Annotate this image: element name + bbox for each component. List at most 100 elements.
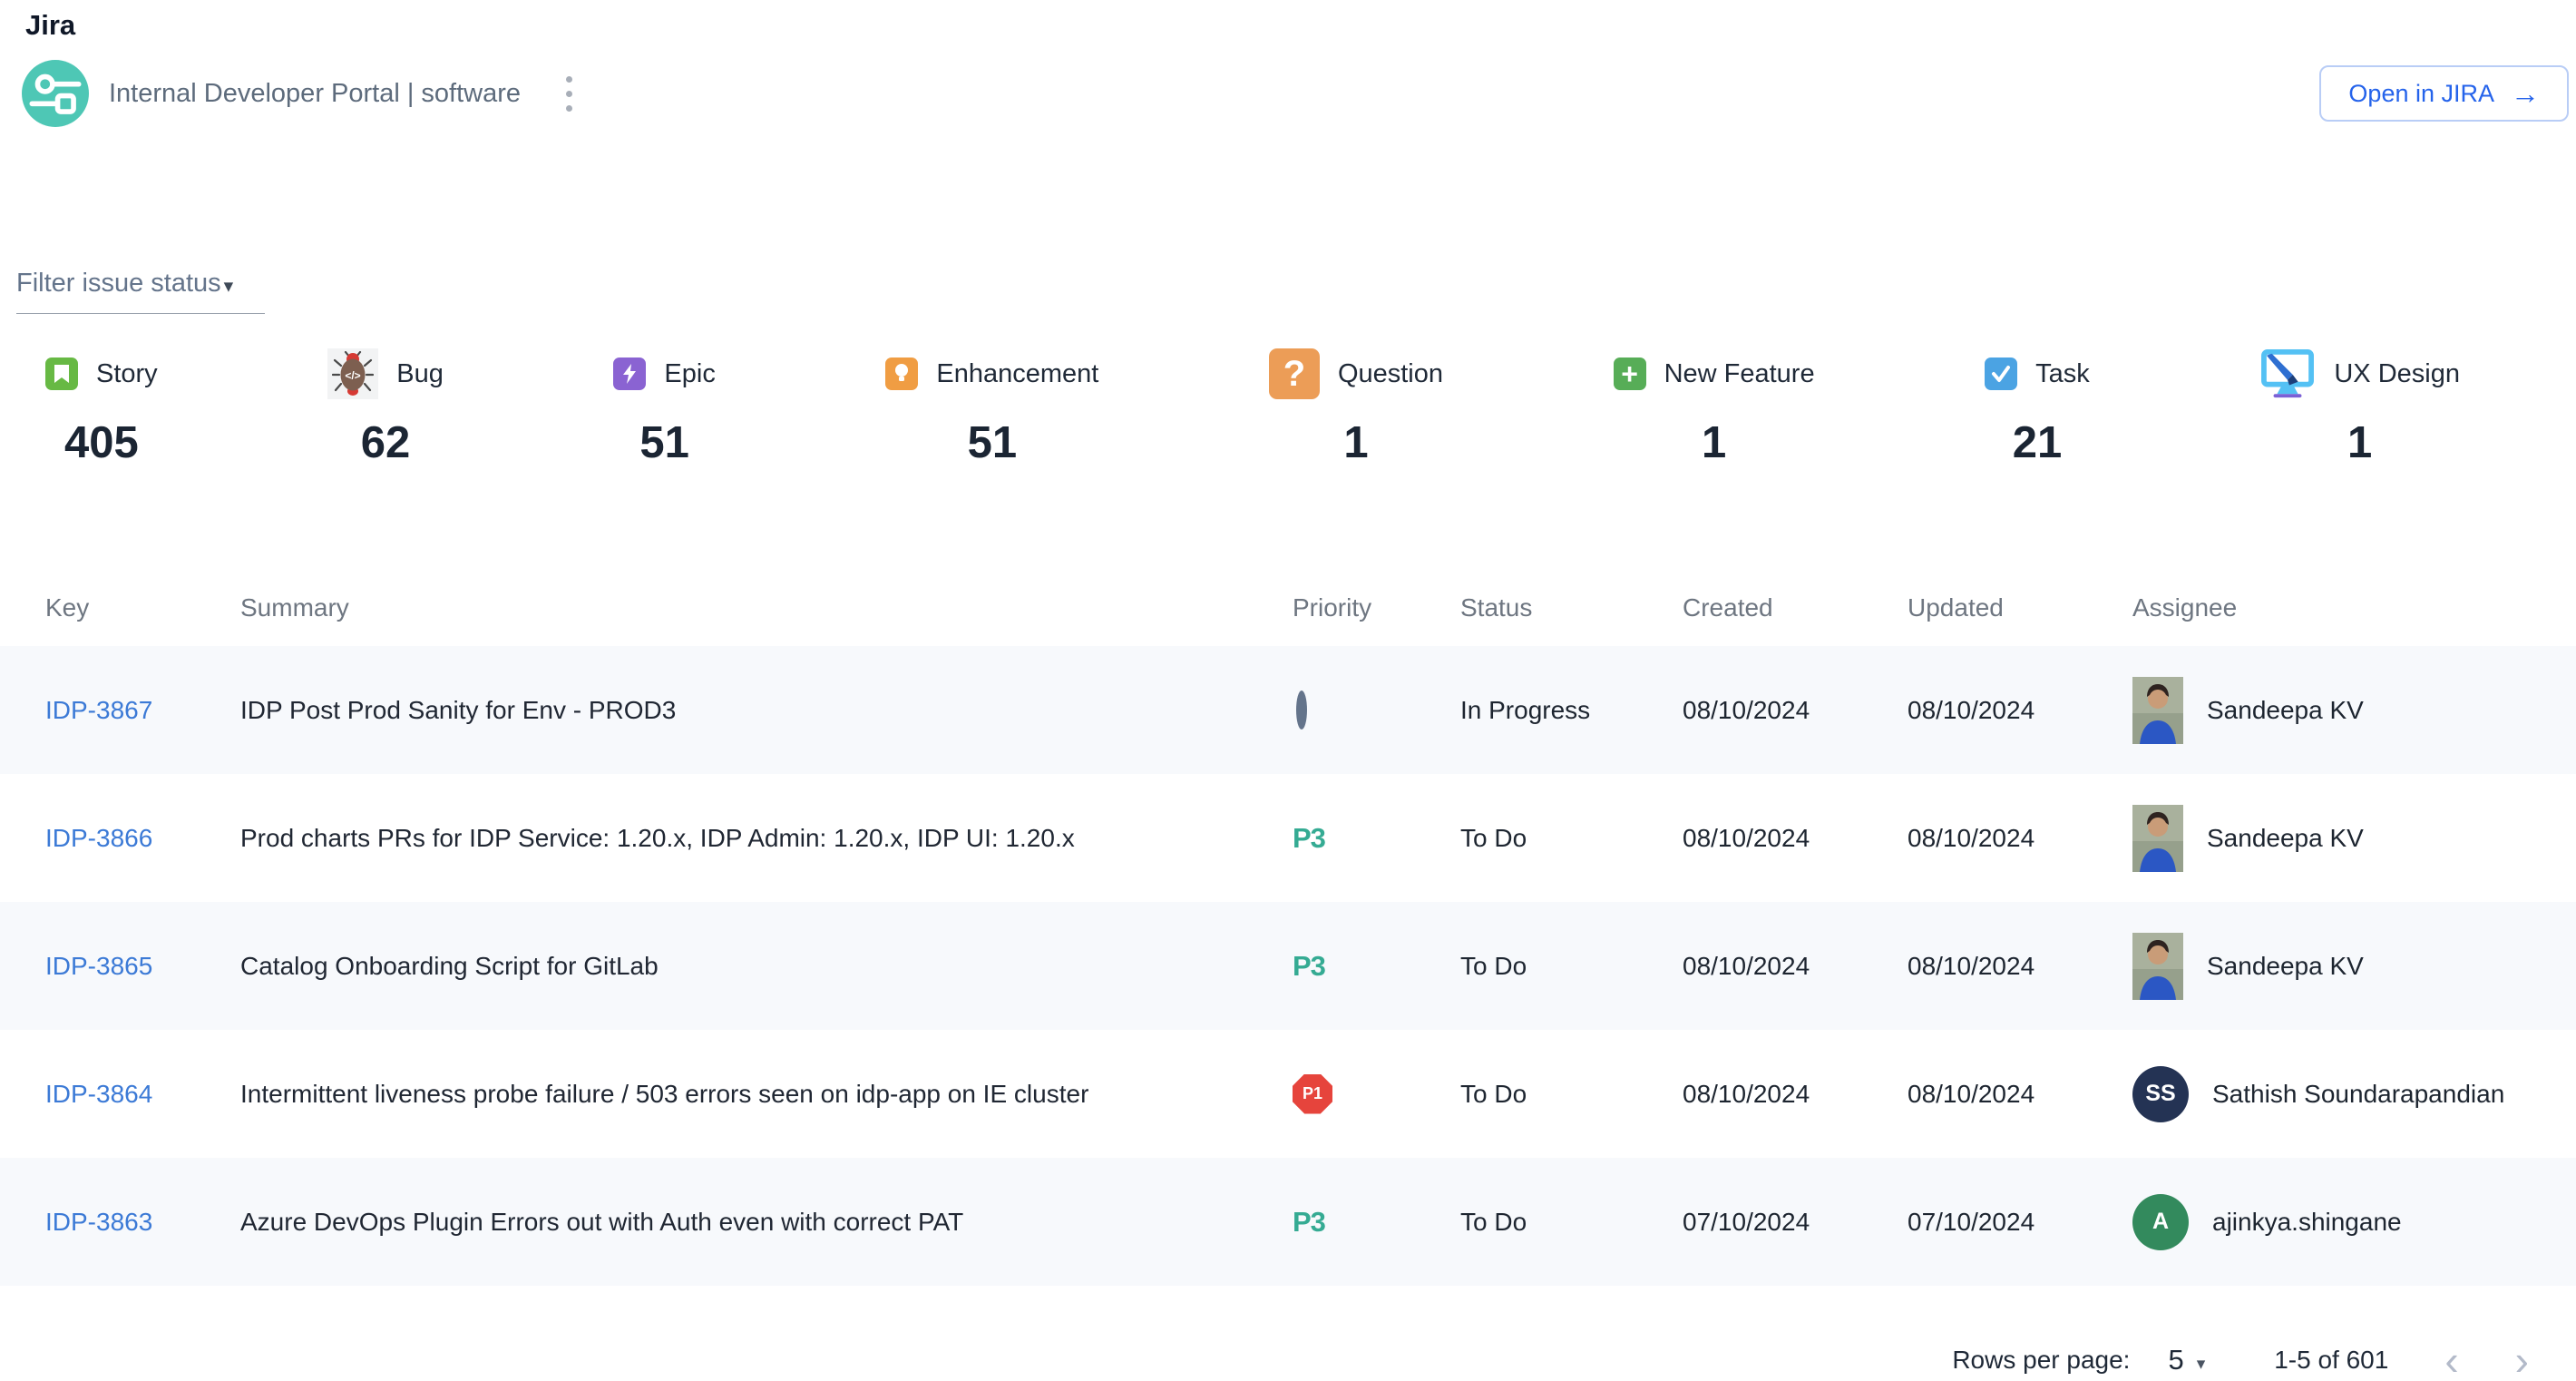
issue-updated-date: 07/10/2024 [1908, 1208, 2132, 1237]
rows-per-page-label: Rows per page: [1952, 1346, 2130, 1375]
bug-icon: </> [327, 348, 378, 399]
issue-status: In Progress [1460, 696, 1683, 725]
assignee-cell: Sandeepa KV [2132, 805, 2576, 872]
assignee-name: Sandeepa KV [2207, 952, 2364, 981]
issue-key-link[interactable]: IDP-3864 [45, 1080, 152, 1108]
issue-updated-date: 08/10/2024 [1908, 696, 2132, 725]
assignee-name: Sathish Soundarapandian [2212, 1080, 2504, 1109]
next-page-button[interactable]: › [2515, 1339, 2529, 1381]
issue-created-date: 07/10/2024 [1683, 1208, 1908, 1237]
table-row[interactable]: IDP-3864 Intermittent liveness probe fai… [0, 1030, 2576, 1158]
issue-summary: IDP Post Prod Sanity for Env - PROD3 [240, 696, 1293, 725]
question-icon: ? [1269, 348, 1320, 399]
avatar [2132, 933, 2183, 1000]
table-row[interactable]: IDP-3866 Prod charts PRs for IDP Service… [0, 774, 2576, 902]
priority-cell: P3 [1293, 1206, 1460, 1239]
issue-type-stats: Story 405 </> Bug 62 Epic 51 Enhancement… [0, 345, 2576, 468]
issue-status: To Do [1460, 952, 1683, 981]
issue-summary: Intermittent liveness probe failure / 50… [240, 1080, 1293, 1109]
issue-key-link[interactable]: IDP-3866 [45, 824, 152, 852]
issue-type-count: 62 [361, 417, 411, 468]
issue-type-count: 21 [2013, 417, 2063, 468]
pagination: Rows per page: 5 ▾ 1-5 of 601 ‹ › [0, 1322, 2576, 1381]
arrow-right-icon: → [2511, 79, 2540, 108]
previous-page-button[interactable]: ‹ [2444, 1339, 2458, 1381]
chevron-down-icon: ▾ [2197, 1354, 2206, 1375]
table-row[interactable]: IDP-3865 Catalog Onboarding Script for G… [0, 902, 2576, 1030]
table-header-row: KeySummaryPriorityStatusCreatedUpdatedAs… [0, 570, 2576, 646]
pagination-range: 1-5 of 601 [2274, 1346, 2388, 1375]
filter-issue-status-label: Filter issue status [16, 269, 221, 299]
priority-p3-label: P3 [1293, 822, 1325, 854]
issue-type-count: 1 [1343, 417, 1368, 468]
issue-created-date: 08/10/2024 [1683, 824, 1908, 853]
issue-type-stat: Enhancement 51 [885, 345, 1098, 468]
issue-type-stat: UX Design 1 [2259, 345, 2460, 468]
issue-type-stat: Epic 51 [613, 345, 715, 468]
assignee-cell: Sandeepa KV [2132, 933, 2576, 1000]
issue-type-count: 1 [2347, 417, 2372, 468]
app-logo-icon [22, 60, 89, 127]
issue-created-date: 08/10/2024 [1683, 1080, 1908, 1109]
open-in-jira-button[interactable]: Open in JIRA → [2319, 65, 2569, 122]
svg-text:</>: </> [346, 369, 361, 382]
table-body: IDP-3867 IDP Post Prod Sanity for Env - … [0, 646, 2576, 1286]
open-in-jira-label: Open in JIRA [2348, 80, 2494, 108]
issue-created-date: 08/10/2024 [1683, 952, 1908, 981]
issue-status: To Do [1460, 824, 1683, 853]
issue-type-stat: + New Feature 1 [1614, 345, 1815, 468]
column-header-key: Key [45, 593, 240, 622]
assignee-cell: Sandeepa KV [2132, 677, 2576, 744]
ux-design-icon [2259, 348, 2316, 399]
issue-summary: Azure DevOps Plugin Errors out with Auth… [240, 1208, 1293, 1237]
column-header-created: Created [1683, 593, 1908, 622]
issue-type-count: 405 [64, 417, 139, 468]
filter-issue-status-dropdown[interactable]: Filter issue status ▾ [16, 269, 265, 314]
assignee-name: Sandeepa KV [2207, 696, 2364, 725]
issue-status: To Do [1460, 1208, 1683, 1237]
rows-per-page-value: 5 [2168, 1344, 2183, 1376]
assignee-name: ajinkya.shingane [2212, 1208, 2402, 1237]
enhancement-icon [885, 357, 918, 390]
assignee-name: Sandeepa KV [2207, 824, 2364, 853]
priority-cell [1293, 696, 1460, 725]
column-header-summary: Summary [240, 593, 1293, 622]
epic-icon [613, 357, 646, 390]
avatar [2132, 677, 2183, 744]
avatar [2132, 805, 2183, 872]
issue-type-stat: ? Question 1 [1269, 345, 1443, 468]
issue-status: To Do [1460, 1080, 1683, 1109]
issue-type-count: 51 [968, 417, 1018, 468]
task-icon [1985, 357, 2017, 390]
issue-type-stat: Task 21 [1985, 345, 2090, 468]
issue-key-link[interactable]: IDP-3865 [45, 952, 152, 980]
rows-per-page-select[interactable]: 5 ▾ [2168, 1344, 2205, 1376]
priority-none-icon [1296, 690, 1307, 730]
table-row[interactable]: IDP-3867 IDP Post Prod Sanity for Env - … [0, 646, 2576, 774]
more-options-kebab-icon[interactable] [559, 69, 580, 119]
priority-cell: P1 [1293, 1074, 1460, 1114]
issue-updated-date: 08/10/2024 [1908, 952, 2132, 981]
column-header-status: Status [1460, 593, 1683, 622]
issue-updated-date: 08/10/2024 [1908, 824, 2132, 853]
priority-p1-badge: P1 [1293, 1074, 1332, 1114]
issue-summary: Catalog Onboarding Script for GitLab [240, 952, 1293, 981]
new-feature-icon: + [1614, 357, 1646, 390]
project-name: Internal Developer Portal | software [109, 79, 521, 109]
column-header-priority: Priority [1293, 593, 1460, 622]
story-icon [45, 357, 78, 390]
issues-table: KeySummaryPriorityStatusCreatedUpdatedAs… [0, 570, 2576, 1286]
issue-key-link[interactable]: IDP-3867 [45, 696, 152, 724]
header: Internal Developer Portal | software Ope… [22, 56, 2576, 131]
assignee-cell: A ajinkya.shingane [2132, 1194, 2576, 1250]
issue-updated-date: 08/10/2024 [1908, 1080, 2132, 1109]
page-title: Jira [0, 0, 2576, 42]
priority-p3-label: P3 [1293, 1206, 1325, 1238]
assignee-cell: SS Sathish Soundarapandian [2132, 1066, 2576, 1122]
priority-p3-label: P3 [1293, 950, 1325, 982]
table-row[interactable]: IDP-3863 Azure DevOps Plugin Errors out … [0, 1158, 2576, 1286]
avatar: SS [2132, 1066, 2189, 1122]
priority-cell: P3 [1293, 822, 1460, 855]
chevron-down-icon: ▾ [224, 275, 234, 298]
issue-key-link[interactable]: IDP-3863 [45, 1208, 152, 1236]
